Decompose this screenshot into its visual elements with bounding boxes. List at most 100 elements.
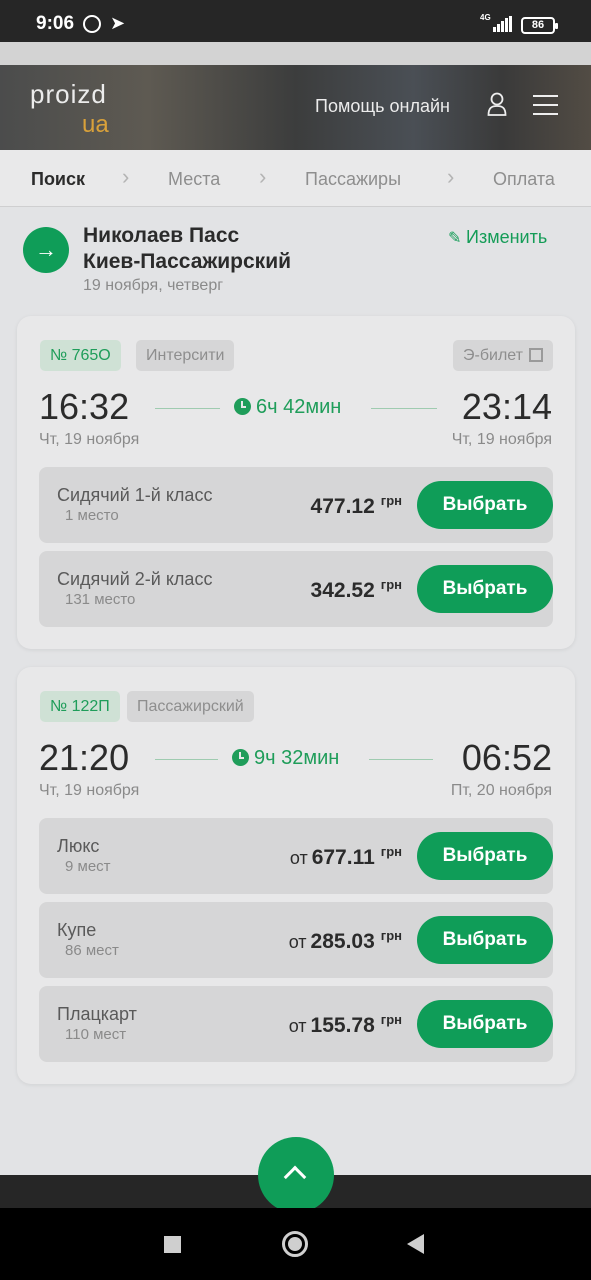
browser-strip <box>0 42 591 65</box>
help-online-link[interactable]: Помощь онлайн <box>315 96 450 117</box>
status-bar: 9:06 ➤ 4G 86 <box>0 0 591 42</box>
network-type: 4G <box>480 13 491 22</box>
edit-route-label: Изменить <box>466 227 548 247</box>
price-value: 342.52 <box>310 579 375 602</box>
fare-class: Сидячий 2-й класс <box>57 569 213 589</box>
home-icon[interactable] <box>282 1231 308 1257</box>
fare-row: Сидячий 2-й класс 131 место 342.52 грн Вы… <box>39 551 553 627</box>
fare-price: от 285.03 грн <box>289 928 402 954</box>
step-passengers[interactable]: Пассажиры <box>305 169 401 190</box>
price-value: 155.78 <box>310 1014 375 1037</box>
recents-icon[interactable] <box>164 1236 181 1253</box>
eticket-label: Э-билет <box>463 347 523 364</box>
trip-duration: 6ч 42мин <box>234 396 341 419</box>
select-button[interactable]: Выбрать <box>417 916 553 964</box>
departure-date: Чт, 19 ноября <box>39 782 140 799</box>
logo-text-top: proizd <box>30 79 107 109</box>
battery-icon: 86 <box>521 17 558 34</box>
train-number: № 765О <box>40 340 121 371</box>
status-time: 9:06 <box>36 13 75 34</box>
qr-icon <box>529 348 543 362</box>
step-payment[interactable]: Оплата <box>493 169 555 190</box>
arrival-date: Чт, 19 ноября <box>451 431 552 448</box>
departure-date: Чт, 19 ноября <box>39 431 140 448</box>
train-type: Пассажирский <box>127 691 254 722</box>
fare-row: Сидячий 1-й класс 1 место 477.12 грн Выбр… <box>39 467 553 543</box>
chevron-right-icon: › <box>259 164 267 189</box>
select-button[interactable]: Выбрать <box>417 565 553 613</box>
train-card: № 122П Пассажирский 21:20 9ч 32мин 06:52… <box>17 667 575 1084</box>
system-nav-bar <box>0 1208 591 1280</box>
train-card: № 765О Интерсити Э-билет 16:32 6ч 42мин … <box>17 316 575 649</box>
edit-route-button[interactable]: ✎ Изменить <box>448 227 547 248</box>
fare-class: Плацкарт <box>57 1004 137 1024</box>
timeline <box>371 408 437 409</box>
duration-label: 9ч 32мин <box>254 747 340 769</box>
price-currency: грн <box>380 928 402 943</box>
price-value: 677.11 <box>311 846 375 869</box>
fare-row: Люкс 9 мест от 677.11 грн Выбрать <box>39 818 553 894</box>
price-prefix: от <box>289 848 308 868</box>
fare-seats: 1 место <box>65 507 119 524</box>
fare-seats: 9 мест <box>65 858 111 875</box>
menu-icon[interactable] <box>533 95 558 115</box>
chevron-up-icon <box>283 1165 307 1189</box>
fare-seats: 110 мест <box>65 1026 127 1043</box>
arrow-right-icon: → <box>23 227 69 273</box>
back-icon[interactable] <box>407 1234 424 1254</box>
clock-icon <box>234 398 251 415</box>
route-from: Николаев Пасс <box>83 224 240 247</box>
alarm-icon <box>83 15 101 33</box>
price-prefix: от <box>288 1016 307 1036</box>
eticket-badge: Э-билет <box>453 340 553 371</box>
user-icon[interactable] <box>487 92 507 116</box>
arrival-time: 23:14 <box>461 386 552 427</box>
pencil-icon: ✎ <box>448 230 462 247</box>
timeline <box>155 408 220 409</box>
clock-icon <box>232 749 249 766</box>
fare-seats: 131 место <box>65 591 136 608</box>
fare-class: Сидячий 1-й класс <box>57 485 213 505</box>
fare-row: Купе 86 мест от 285.03 грн Выбрать <box>39 902 553 978</box>
fare-class: Купе <box>57 920 97 940</box>
fare-price: 477.12 грн <box>311 493 402 519</box>
departure-time: 16:32 <box>39 386 130 427</box>
signal-icon <box>493 16 513 32</box>
price-value: 285.03 <box>310 930 375 953</box>
price-currency: грн <box>380 577 402 592</box>
route-to: Киев-Пассажирский <box>83 250 292 273</box>
fare-row: Плацкарт 110 мест от 155.78 грн Выбрать <box>39 986 553 1062</box>
trip-duration: 9ч 32мин <box>232 747 339 770</box>
fare-class: Люкс <box>57 836 100 856</box>
fare-price: 342.52 грн <box>311 577 402 603</box>
train-number: № 122П <box>40 691 120 722</box>
departure-time: 21:20 <box>39 737 130 778</box>
price-prefix: от <box>288 932 307 952</box>
chevron-right-icon: › <box>122 164 130 189</box>
arrival-date: Пт, 20 ноября <box>450 782 552 799</box>
booking-steps: Поиск › Места › Пассажиры › Оплата <box>0 150 591 207</box>
telegram-icon: ➤ <box>110 13 126 33</box>
train-type: Интерсити <box>136 340 235 371</box>
price-currency: грн <box>380 844 402 859</box>
route-summary: → Николаев Пасс Киев-Пассажирский 19 ноя… <box>0 207 591 307</box>
timeline <box>369 759 433 760</box>
scroll-top-button[interactable] <box>258 1137 334 1213</box>
arrival-time: 06:52 <box>461 737 552 778</box>
chevron-right-icon: › <box>447 164 455 189</box>
fare-price: от 155.78 грн <box>289 1012 402 1038</box>
logo-text-bottom: ua <box>82 111 109 138</box>
logo[interactable]: proizd ua <box>30 79 109 138</box>
select-button[interactable]: Выбрать <box>417 481 553 529</box>
route-date: 19 ноября, четверг <box>83 277 224 294</box>
select-button[interactable]: Выбрать <box>417 832 553 880</box>
fare-seats: 86 мест <box>65 942 119 959</box>
fare-price: от 677.11 грн <box>290 844 402 870</box>
duration-label: 6ч 42мин <box>256 396 342 418</box>
select-button[interactable]: Выбрать <box>417 1000 553 1048</box>
price-value: 477.12 <box>310 495 375 518</box>
step-seats[interactable]: Места <box>168 169 220 190</box>
price-currency: грн <box>380 1012 402 1027</box>
step-search[interactable]: Поиск <box>31 169 85 190</box>
timeline <box>155 759 218 760</box>
